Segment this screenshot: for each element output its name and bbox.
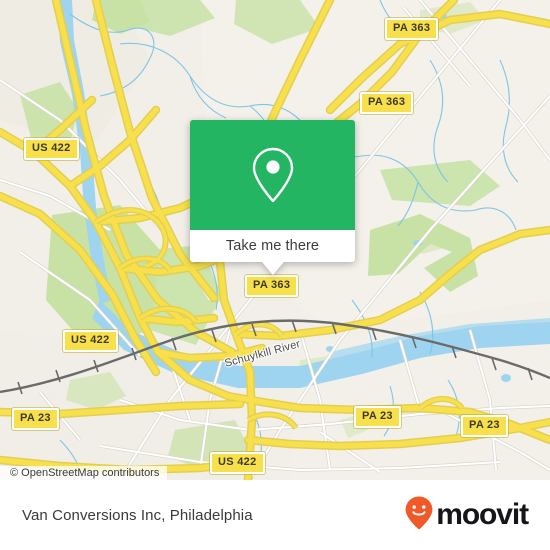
popup-tail	[261, 262, 284, 275]
take-me-there-label: Take me there	[225, 238, 320, 254]
road-shield-pa-23[interactable]: PA 23	[461, 415, 508, 437]
road-shield-us-422[interactable]: US 422	[63, 330, 118, 352]
moovit-logo[interactable]: moovit	[404, 495, 529, 536]
moovit-smile-pin-icon	[404, 495, 434, 536]
road-shield-pa-363[interactable]: PA 363	[245, 275, 299, 297]
osm-attribution[interactable]: © OpenStreetMap contributors	[0, 466, 168, 480]
map-canvas[interactable]: PA 363 PA 363 US 422 US 422 PA 363 PA 23…	[0, 0, 550, 480]
road-shield-us-422[interactable]: US 422	[210, 452, 265, 474]
footer-bar: Van Conversions Inc, Philadelphia moovit	[0, 480, 550, 550]
road-shield-us-422[interactable]: US 422	[24, 138, 79, 160]
road-shield-pa-363[interactable]: PA 363	[360, 92, 414, 114]
road-shield-pa-23[interactable]: PA 23	[354, 406, 401, 428]
road-shield-pa-363[interactable]: PA 363	[385, 18, 439, 40]
map-screenshot: PA 363 PA 363 US 422 US 422 PA 363 PA 23…	[0, 0, 550, 550]
popup-header	[190, 120, 355, 230]
place-name: Van Conversions Inc, Philadelphia	[22, 506, 253, 524]
road-shield-pa-23[interactable]: PA 23	[12, 408, 59, 430]
take-me-there-popup[interactable]: Take me there	[190, 120, 355, 275]
moovit-wordmark: moovit	[436, 498, 529, 531]
osm-attribution-text: © OpenStreetMap contributors	[10, 467, 160, 479]
popup-action-bar[interactable]: Take me there	[190, 230, 355, 262]
location-pin-icon	[250, 146, 296, 204]
